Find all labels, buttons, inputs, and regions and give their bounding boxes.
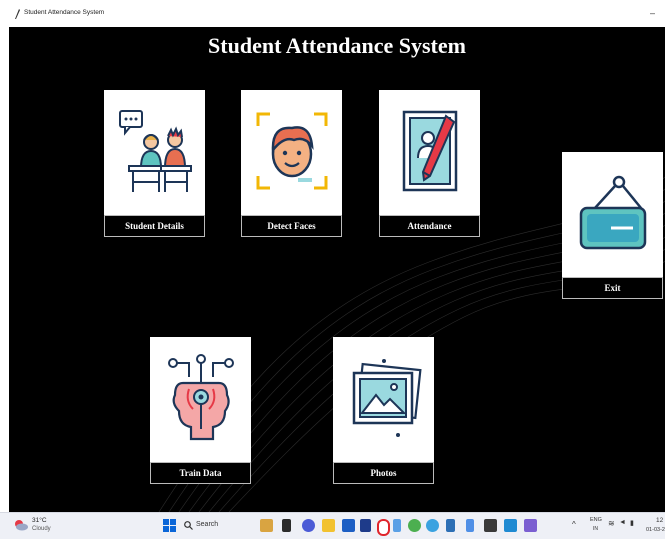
face-detect-icon [241, 90, 342, 212]
language-indicator[interactable]: ENG [590, 517, 602, 523]
app-feather-icon [15, 9, 20, 19]
weather-condition: Cloudy [32, 526, 51, 532]
minimize-button[interactable]: – [650, 8, 655, 18]
attendance-label: Attendance [379, 215, 480, 237]
search-icon [184, 521, 193, 530]
attendance-button[interactable]: Attendance [379, 90, 480, 237]
battery-icon[interactable]: ▮ [630, 519, 634, 527]
terminal-icon[interactable] [484, 519, 497, 532]
train-data-button[interactable]: Train Data [150, 337, 251, 484]
app-a2-icon[interactable] [466, 519, 474, 532]
photos-button[interactable]: Photos [333, 337, 434, 484]
chrome-icon[interactable] [408, 519, 421, 532]
vscode-icon[interactable] [504, 519, 517, 532]
taskbar: 31°C Cloudy Search ^ ENG IN ≋ ◄ ▮ 12 01-… [0, 512, 665, 539]
app-colorful-icon[interactable] [524, 519, 537, 532]
window-title: Student Attendance System [24, 9, 105, 16]
photos-label: Photos [333, 462, 434, 484]
chrome-canary-icon[interactable] [426, 519, 439, 532]
page-title: Student Attendance System [208, 33, 466, 58]
opera-icon[interactable] [377, 519, 390, 536]
exit-sign-icon [562, 152, 663, 274]
exit-button[interactable]: Exit [562, 152, 663, 299]
photos-gallery-icon [333, 337, 434, 459]
app-canvas: Student Attendance System Student Detail… [9, 27, 665, 512]
train-data-label: Train Data [150, 462, 251, 484]
app-a-icon[interactable] [393, 519, 401, 532]
exit-label: Exit [562, 277, 663, 299]
attendance-pen-icon [379, 90, 480, 212]
volume-icon[interactable]: ◄ [619, 519, 626, 526]
app-window: Student Attendance System – Student Atte… [0, 0, 665, 512]
region-indicator: IN [593, 526, 598, 532]
student-details-button[interactable]: Student Details [104, 90, 205, 237]
brain-network-icon [150, 337, 251, 459]
detect-faces-button[interactable]: Detect Faces [241, 90, 342, 237]
wifi-icon[interactable]: ≋ [608, 519, 615, 528]
clock-time[interactable]: 12 [656, 517, 663, 524]
taskbar-search[interactable]: Search [178, 518, 236, 534]
app-square-icon[interactable] [360, 519, 371, 532]
file-explorer-icon[interactable] [322, 519, 335, 532]
title-bar: Student Attendance System – [0, 0, 665, 28]
students-classroom-icon [104, 90, 205, 212]
window-border [0, 27, 9, 512]
task-view-icon[interactable] [282, 519, 291, 532]
app-doc-icon[interactable] [446, 519, 455, 532]
windows-start-icon[interactable] [163, 519, 176, 532]
detect-faces-label: Detect Faces [241, 215, 342, 237]
search-label: Search [196, 521, 219, 528]
weather-temp: 31°C [32, 517, 47, 524]
tray-chevron-icon[interactable]: ^ [572, 520, 576, 529]
widgets-icon[interactable] [260, 519, 273, 532]
chat-icon[interactable] [302, 519, 315, 532]
weather-cloud-icon[interactable] [14, 519, 28, 531]
student-details-label: Student Details [104, 215, 205, 237]
clock-date[interactable]: 01-03-2 [646, 527, 665, 533]
app-l-icon[interactable] [342, 519, 355, 532]
